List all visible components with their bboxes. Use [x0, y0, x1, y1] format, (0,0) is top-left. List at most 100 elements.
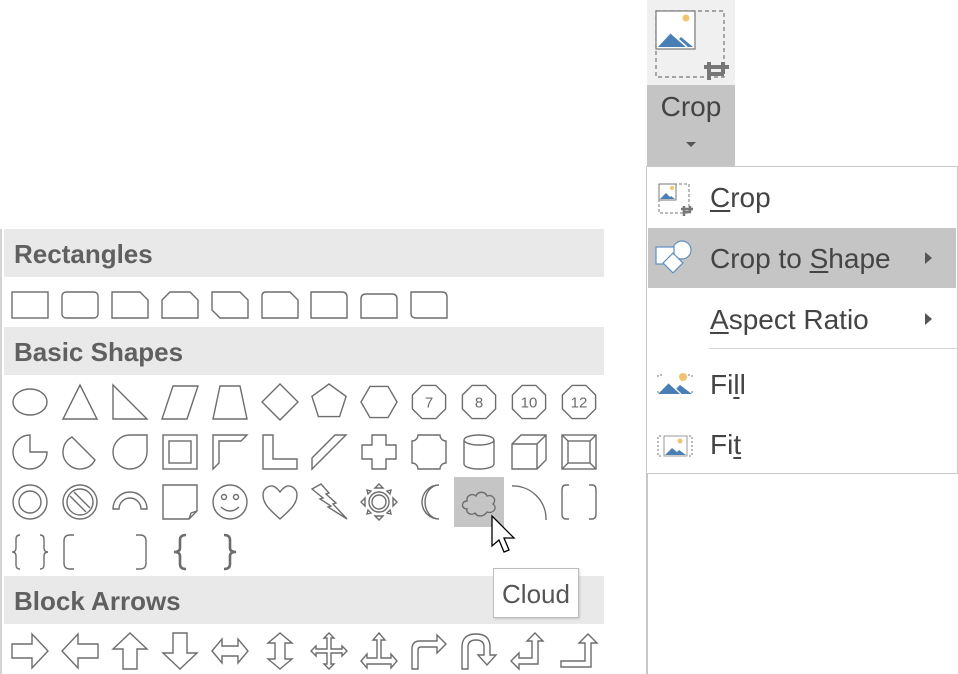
shape-plaque[interactable] [408, 431, 450, 473]
shape-regular-pentagon[interactable] [308, 381, 350, 423]
shape-cross[interactable] [358, 431, 400, 473]
shape-left-brace[interactable] [159, 531, 201, 573]
shape-up-arrow[interactable] [109, 630, 151, 672]
shape-moon[interactable] [408, 481, 450, 523]
shape-heart[interactable] [259, 481, 301, 523]
shape-right-triangle[interactable] [109, 381, 151, 423]
shape-oval[interactable] [9, 381, 51, 423]
shape-chord[interactable] [59, 431, 101, 473]
right-bracket-icon [136, 534, 147, 570]
half-frame-icon [211, 434, 249, 471]
diagonal-stripe-icon [311, 434, 349, 471]
donut-icon [12, 484, 48, 520]
can-icon [463, 434, 495, 470]
shape-no-symbol[interactable] [59, 481, 101, 523]
menu-separator [709, 348, 957, 349]
shape-pie[interactable] [9, 431, 51, 473]
shape-sun[interactable] [358, 481, 400, 523]
shape-up-down-arrow[interactable] [259, 630, 301, 672]
shape-teardrop[interactable] [109, 431, 151, 473]
menu-item-crop-to-shape[interactable]: Crop to Shape [648, 228, 956, 288]
shape-hexagon[interactable] [358, 381, 400, 423]
shape-trapezoid[interactable] [209, 381, 251, 423]
menu-item-crop[interactable]: Crop [648, 167, 956, 227]
shape-l-shape[interactable] [259, 431, 301, 473]
shape-left-up-arrow[interactable] [508, 630, 550, 672]
fit-icon [657, 435, 693, 457]
folded-corner-icon [161, 484, 198, 520]
shape-diagonal-stripe[interactable] [308, 431, 350, 473]
menu-item-label: Fit [710, 429, 742, 460]
shape-right-brace[interactable] [209, 531, 251, 573]
shape-lightning-bolt[interactable] [308, 481, 350, 523]
shape-donut[interactable] [9, 481, 51, 523]
shape-left-right-arrow[interactable] [209, 630, 251, 672]
shape-octagon[interactable]: 8 [458, 381, 500, 423]
crop-to-shape-icon [655, 240, 692, 274]
shape-rectangle[interactable] [9, 283, 51, 325]
bent-up-arrow-icon [560, 633, 599, 668]
shape-frame[interactable] [159, 431, 201, 473]
menu-item-label: Crop [710, 182, 771, 213]
shape-cube[interactable] [508, 431, 550, 473]
no-symbol-icon [62, 484, 98, 520]
shape-folded-corner[interactable] [159, 481, 201, 523]
shape-dodecagon[interactable]: 12 [558, 381, 600, 423]
shape-smiley-face[interactable] [209, 481, 251, 523]
shape-right-arrow[interactable] [9, 630, 51, 672]
smiley-face-icon [211, 484, 248, 520]
menu-item-fill[interactable]: Fill [648, 354, 956, 414]
oval-icon [12, 388, 48, 416]
shape-round-same-side-corner-rectangle[interactable] [358, 283, 400, 325]
shape-can[interactable] [458, 431, 500, 473]
lightning-bolt-icon [311, 483, 348, 520]
parallelogram-icon [160, 385, 199, 420]
shape-down-arrow[interactable] [159, 630, 201, 672]
crop-dropdown-button[interactable]: Crop [647, 85, 735, 166]
shape-snip-and-round-single-corner-rectangle[interactable] [259, 283, 301, 325]
menu-item-label: Fill [710, 369, 746, 400]
shape-isosceles-triangle[interactable] [59, 381, 101, 423]
polygon-side-count: 8 [475, 395, 483, 412]
pane-divider [646, 474, 648, 674]
shape-parallelogram[interactable] [159, 381, 201, 423]
shape-bent-arrow[interactable] [408, 630, 450, 672]
shape-left-bracket[interactable] [59, 531, 101, 573]
menu-item-aspect-ratio[interactable]: Aspect Ratio [648, 289, 956, 349]
crop-button-icon-area[interactable] [647, 0, 735, 85]
shape-round-single-corner-rectangle[interactable] [308, 283, 350, 325]
dodecagon-icon: 12 [561, 384, 597, 420]
shape-quad-arrow[interactable] [308, 630, 350, 672]
shape-bevel[interactable] [558, 431, 600, 473]
shape-right-bracket[interactable] [109, 531, 151, 573]
chevron-down-icon [686, 142, 696, 147]
up-down-arrow-icon [265, 632, 294, 670]
snip-and-round-single-corner-rectangle-icon [260, 291, 299, 319]
shape-left-right-up-arrow[interactable] [358, 630, 400, 672]
shape-round-diagonal-corner-rectangle[interactable] [408, 283, 450, 325]
shape-diamond[interactable] [259, 381, 301, 423]
shape-u-turn-arrow[interactable] [458, 630, 500, 672]
left-brace-icon [173, 533, 187, 571]
isosceles-triangle-icon [61, 383, 99, 420]
chord-icon [62, 436, 96, 470]
crop-icon [658, 183, 693, 216]
crop-split-button[interactable]: Crop [647, 0, 735, 166]
shape-snip-diagonal-corner-rectangle[interactable] [209, 283, 251, 325]
bevel-icon [561, 434, 597, 470]
shape-rounded-rectangle[interactable] [59, 283, 101, 325]
shape-left-arrow[interactable] [59, 630, 101, 672]
shape-double-bracket[interactable] [558, 481, 600, 523]
shape-bent-up-arrow[interactable] [558, 630, 600, 672]
shape-snip-same-side-corner-rectangle[interactable] [159, 283, 201, 325]
shape-snip-single-corner-rectangle[interactable] [109, 283, 151, 325]
polygon-side-count: 12 [571, 395, 588, 412]
teardrop-icon [112, 434, 148, 470]
shape-block-arc[interactable] [109, 481, 151, 523]
shape-decagon[interactable]: 10 [508, 381, 550, 423]
shape-half-frame[interactable] [209, 431, 251, 473]
shape-heptagon[interactable]: 7 [408, 381, 450, 423]
shape-double-brace[interactable] [9, 531, 51, 573]
menu-item-fit[interactable]: Fit [648, 414, 956, 474]
trapezoid-icon [211, 385, 248, 420]
